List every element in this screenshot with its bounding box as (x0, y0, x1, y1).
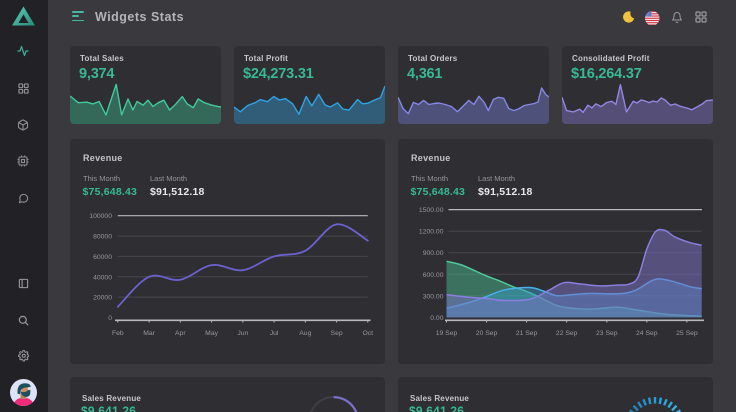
svg-text:20000: 20000 (93, 295, 112, 302)
svg-text:0.00: 0.00 (430, 315, 443, 322)
svg-text:900.00: 900.00 (423, 250, 444, 257)
svg-text:24 Sep: 24 Sep (636, 330, 658, 337)
svg-text:Aug: Aug (299, 330, 311, 337)
svg-text:Feb: Feb (112, 330, 124, 337)
svg-text:Sep: Sep (331, 330, 343, 337)
svg-text:40000: 40000 (93, 274, 112, 281)
svg-text:Mar: Mar (143, 330, 155, 337)
svg-text:25 Sep: 25 Sep (676, 330, 698, 337)
svg-text:22 Sep: 22 Sep (556, 330, 578, 337)
svg-text:600.00: 600.00 (423, 272, 444, 279)
svg-text:23 Sep: 23 Sep (596, 330, 618, 337)
svg-text:19 Sep: 19 Sep (436, 330, 458, 337)
svg-text:80000: 80000 (93, 234, 112, 241)
svg-text:1500.00: 1500.00 (419, 207, 444, 214)
svg-text:Jul: Jul (270, 330, 279, 337)
svg-text:21 Sep: 21 Sep (516, 330, 538, 337)
svg-text:100000: 100000 (89, 213, 112, 220)
svg-text:0: 0 (108, 315, 112, 322)
svg-text:1200.00: 1200.00 (419, 229, 444, 236)
svg-text:Apr: Apr (175, 330, 186, 337)
svg-text:300.00: 300.00 (423, 293, 444, 300)
svg-text:May: May (205, 330, 218, 337)
svg-text:20 Sep: 20 Sep (476, 330, 498, 337)
svg-text:60000: 60000 (93, 254, 112, 261)
svg-text:Oct: Oct (363, 330, 374, 337)
svg-text:Jun: Jun (237, 330, 248, 337)
